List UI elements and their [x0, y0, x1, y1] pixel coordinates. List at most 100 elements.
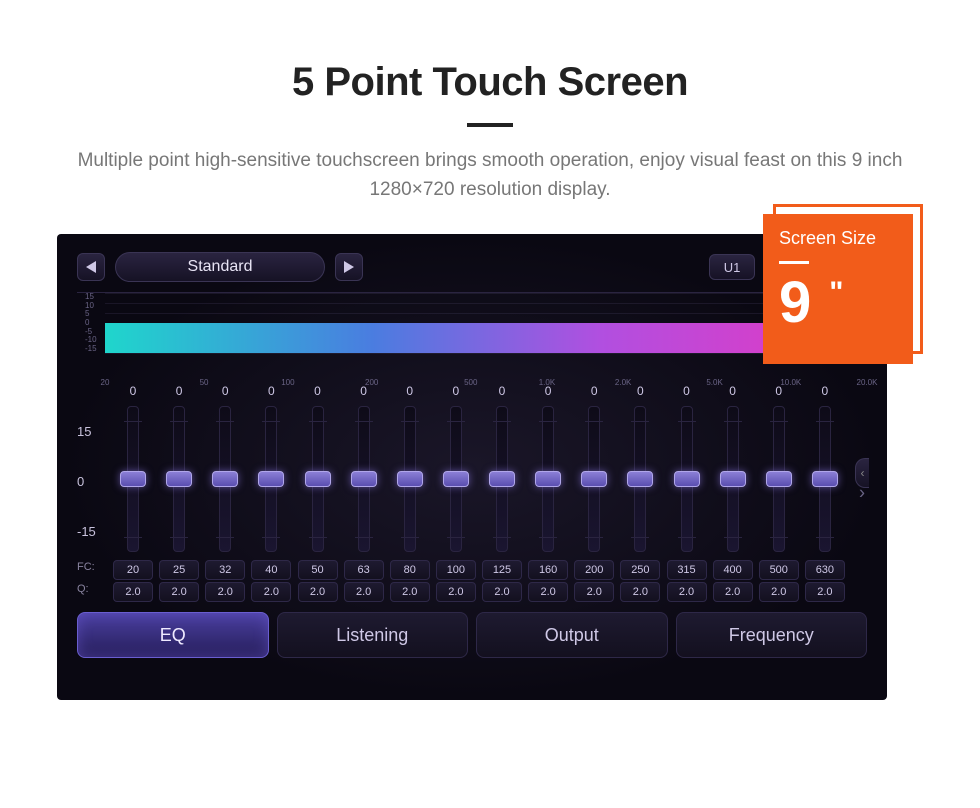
band-slider[interactable] — [219, 406, 231, 552]
band-fc[interactable]: 250 — [620, 560, 660, 580]
band-slider[interactable] — [681, 406, 693, 552]
tab-output[interactable]: Output — [476, 612, 668, 658]
band-slider[interactable] — [450, 406, 462, 552]
band-value: 0 — [499, 384, 506, 404]
tab-frequency[interactable]: Frequency — [676, 612, 868, 658]
slider-knob[interactable] — [489, 471, 515, 487]
band-q[interactable]: 2.0 — [298, 582, 338, 602]
slider-knob[interactable] — [674, 471, 700, 487]
band-q[interactable]: 2.0 — [159, 582, 199, 602]
band-slider[interactable] — [819, 406, 831, 552]
band-fc[interactable]: 125 — [482, 560, 522, 580]
band-q[interactable]: 2.0 — [574, 582, 614, 602]
fc-label: FC: — [77, 556, 111, 578]
bottom-tabs: EQListeningOutputFrequency — [77, 612, 867, 658]
user-preset-1-button[interactable]: U1 — [709, 254, 755, 280]
band-q[interactable]: 2.0 — [759, 582, 799, 602]
badge-label: Screen Size — [779, 228, 897, 249]
preset-next-button[interactable] — [335, 253, 363, 281]
spectrum-y-labels: 15 10 5 0 -5 -10 -15 — [85, 293, 97, 353]
badge-number: 9 — [779, 274, 811, 332]
slider-knob[interactable] — [351, 471, 377, 487]
band-q[interactable]: 2.0 — [113, 582, 153, 602]
slider-knob[interactable] — [212, 471, 238, 487]
band-q[interactable]: 2.0 — [713, 582, 753, 602]
band-fc[interactable]: 100 — [436, 560, 476, 580]
slider-knob[interactable] — [535, 471, 561, 487]
eq-band: 0 40 2.0 — [249, 384, 293, 602]
slider-knob[interactable] — [166, 471, 192, 487]
band-fc[interactable]: 630 — [805, 560, 845, 580]
eq-band: 0 50 2.0 — [296, 384, 340, 602]
scroll-right-button[interactable]: › — [859, 483, 865, 504]
band-slider[interactable] — [265, 406, 277, 552]
band-q[interactable]: 2.0 — [251, 582, 291, 602]
band-value: 0 — [453, 384, 460, 404]
preset-prev-button[interactable] — [77, 253, 105, 281]
tab-listening[interactable]: Listening — [277, 612, 469, 658]
band-q[interactable]: 2.0 — [620, 582, 660, 602]
band-q[interactable]: 2.0 — [205, 582, 245, 602]
band-slider[interactable] — [727, 406, 739, 552]
band-slider[interactable] — [588, 406, 600, 552]
db-label: 0 — [77, 456, 111, 506]
band-fc[interactable]: 160 — [528, 560, 568, 580]
band-q[interactable]: 2.0 — [805, 582, 845, 602]
band-q[interactable]: 2.0 — [390, 582, 430, 602]
eq-band: 0 125 2.0 — [480, 384, 524, 602]
band-value: 0 — [683, 384, 690, 404]
band-value: 0 — [637, 384, 644, 404]
band-fc[interactable]: 20 — [113, 560, 153, 580]
band-fc[interactable]: 25 — [159, 560, 199, 580]
slider-knob[interactable] — [305, 471, 331, 487]
tab-eq[interactable]: EQ — [77, 612, 269, 658]
band-slider[interactable] — [173, 406, 185, 552]
band-slider[interactable] — [773, 406, 785, 552]
spectrum-chart: 15 10 5 0 -5 -10 -15 20501002005001.0K2.… — [77, 292, 867, 378]
eq-area: 15 0 -15 FC: Q: 0 20 2.0 0 25 2.0 0 — [77, 384, 867, 602]
slider-knob[interactable] — [812, 471, 838, 487]
eq-band: 0 630 2.0 — [803, 384, 847, 602]
eq-band: 0 400 2.0 — [711, 384, 755, 602]
band-fc[interactable]: 200 — [574, 560, 614, 580]
slider-knob[interactable] — [766, 471, 792, 487]
band-fc[interactable]: 500 — [759, 560, 799, 580]
band-q[interactable]: 2.0 — [344, 582, 384, 602]
band-slider[interactable] — [312, 406, 324, 552]
band-q[interactable]: 2.0 — [528, 582, 568, 602]
band-fc[interactable]: 63 — [344, 560, 384, 580]
band-value: 0 — [268, 384, 275, 404]
slider-knob[interactable] — [120, 471, 146, 487]
slider-knob[interactable] — [258, 471, 284, 487]
eq-sliders: 0 20 2.0 0 25 2.0 0 32 2.0 0 — [111, 384, 867, 602]
band-value: 0 — [176, 384, 183, 404]
band-slider[interactable] — [496, 406, 508, 552]
band-q[interactable]: 2.0 — [436, 582, 476, 602]
preset-name[interactable]: Standard — [115, 252, 325, 282]
band-fc[interactable]: 80 — [390, 560, 430, 580]
band-q[interactable]: 2.0 — [667, 582, 707, 602]
band-slider[interactable] — [358, 406, 370, 552]
band-slider[interactable] — [542, 406, 554, 552]
slider-knob[interactable] — [720, 471, 746, 487]
band-q[interactable]: 2.0 — [482, 582, 522, 602]
band-fc[interactable]: 400 — [713, 560, 753, 580]
q-label: Q: — [77, 578, 111, 600]
slider-knob[interactable] — [443, 471, 469, 487]
band-fc[interactable]: 40 — [251, 560, 291, 580]
band-fc[interactable]: 32 — [205, 560, 245, 580]
eq-band: 0 63 2.0 — [342, 384, 386, 602]
badge-body: Screen Size 9 " — [763, 214, 913, 364]
eq-band: 0 100 2.0 — [434, 384, 478, 602]
slider-knob[interactable] — [581, 471, 607, 487]
band-value: 0 — [130, 384, 137, 404]
band-slider[interactable] — [404, 406, 416, 552]
eq-band: 0 25 2.0 — [157, 384, 201, 602]
band-fc[interactable]: 315 — [667, 560, 707, 580]
band-slider[interactable] — [127, 406, 139, 552]
band-fc[interactable]: 50 — [298, 560, 338, 580]
slider-knob[interactable] — [397, 471, 423, 487]
band-slider[interactable] — [634, 406, 646, 552]
eq-band: 0 160 2.0 — [526, 384, 570, 602]
slider-knob[interactable] — [627, 471, 653, 487]
